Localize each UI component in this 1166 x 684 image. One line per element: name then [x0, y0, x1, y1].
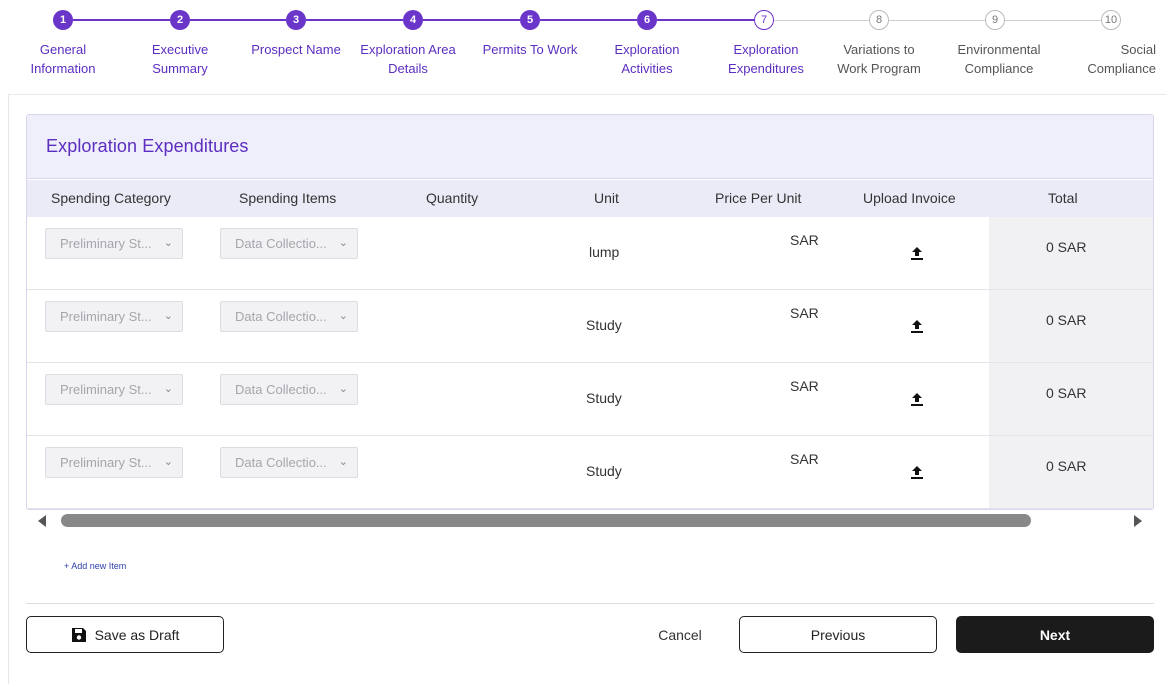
upload-icon[interactable]	[909, 245, 925, 261]
stepper-divider	[8, 94, 1166, 95]
spending-items-select[interactable]: Data Collectio... ⌄	[220, 447, 358, 478]
price-per-unit-field[interactable]: SAR	[790, 232, 819, 248]
spending-category-value: Preliminary St...	[60, 455, 152, 470]
scrollbar-thumb[interactable]	[61, 514, 1031, 527]
stepper-connector	[423, 19, 520, 21]
total-value: 0 SAR	[1046, 312, 1087, 328]
column-header-price-per-unit: Price Per Unit	[715, 190, 802, 206]
step-5-indicator[interactable]: 5	[520, 10, 540, 30]
stepper-connector	[190, 19, 286, 21]
column-header-total: Total	[1048, 190, 1078, 206]
spending-items-select[interactable]: Data Collectio... ⌄	[220, 374, 358, 405]
total-value: 0 SAR	[1046, 239, 1087, 255]
chevron-down-icon: ⌄	[163, 456, 173, 468]
total-value: 0 SAR	[1046, 458, 1087, 474]
content-frame-border	[8, 95, 9, 684]
step-8-indicator[interactable]: 8	[869, 10, 889, 30]
upload-icon[interactable]	[909, 318, 925, 334]
step-10-label[interactable]: Social Compliance	[1087, 40, 1156, 78]
step-2-indicator[interactable]: 2	[170, 10, 190, 30]
next-button[interactable]: Next	[956, 616, 1154, 653]
floppy-disk-icon	[71, 627, 86, 642]
spending-items-value: Data Collectio...	[235, 309, 327, 324]
unit-value: lump	[589, 244, 620, 260]
step-2-label[interactable]: Executive Summary	[115, 40, 245, 78]
chevron-down-icon: ⌄	[163, 237, 173, 249]
spending-items-select[interactable]: Data Collectio... ⌄	[220, 301, 358, 332]
table-header: Spending Category Spending Items Quantit…	[27, 180, 1153, 217]
spending-category-select[interactable]: Preliminary St... ⌄	[45, 301, 183, 332]
table-row: Preliminary St... ⌄ Data Collectio... ⌄ Stud…	[27, 436, 1153, 509]
table-row: Preliminary St... ⌄ Data Collectio... ⌄ Stud…	[27, 290, 1153, 363]
spending-category-select[interactable]: Preliminary St... ⌄	[45, 374, 183, 405]
price-per-unit-field[interactable]: SAR	[790, 451, 819, 467]
spending-items-value: Data Collectio...	[235, 455, 327, 470]
cancel-button[interactable]: Cancel	[640, 616, 720, 653]
chevron-down-icon: ⌄	[163, 383, 173, 395]
column-header-upload-invoice: Upload Invoice	[863, 190, 956, 206]
spending-category-select[interactable]: Preliminary St... ⌄	[45, 447, 183, 478]
expenditures-card: Exploration Expenditures Spending Catego…	[26, 114, 1154, 510]
chevron-down-icon: ⌄	[338, 237, 348, 249]
card-header: Exploration Expenditures	[27, 115, 1153, 179]
add-new-item-link[interactable]: + Add new Item	[64, 561, 126, 571]
column-header-quantity: Quantity	[426, 190, 479, 206]
table-row: Preliminary St... ⌄ Data Collectio... ⌄ lump…	[27, 217, 1153, 290]
spending-category-value: Preliminary St...	[60, 382, 152, 397]
price-per-unit-field[interactable]: SAR	[790, 305, 819, 321]
chevron-down-icon: ⌄	[338, 383, 348, 395]
column-header-spending-category: Spending Category	[51, 190, 171, 206]
upload-icon[interactable]	[909, 391, 925, 407]
unit-value: Study	[586, 463, 622, 479]
stepper-connector	[73, 19, 170, 21]
step-8-label[interactable]: Variations to Work Program	[814, 40, 944, 78]
scroll-left-arrow-icon[interactable]	[38, 515, 46, 527]
step-1-indicator[interactable]: 1	[53, 10, 73, 30]
step-7-indicator[interactable]: 7	[754, 10, 774, 30]
step-9-indicator[interactable]: 9	[985, 10, 1005, 30]
step-3-indicator[interactable]: 3	[286, 10, 306, 30]
footer-divider	[26, 603, 1154, 604]
spending-category-value: Preliminary St...	[60, 309, 152, 324]
spending-category-select[interactable]: Preliminary St... ⌄	[45, 228, 183, 259]
stepper-connector	[306, 19, 403, 21]
step-3-label[interactable]: Prospect Name	[231, 40, 361, 59]
unit-value: Study	[586, 317, 622, 333]
total-value: 0 SAR	[1046, 385, 1087, 401]
step-10-indicator[interactable]: 10	[1101, 10, 1121, 30]
chevron-down-icon: ⌄	[338, 456, 348, 468]
step-4-indicator[interactable]: 4	[403, 10, 423, 30]
horizontal-scrollbar[interactable]	[26, 510, 1154, 532]
spending-items-value: Data Collectio...	[235, 382, 327, 397]
spending-items-value: Data Collectio...	[235, 236, 327, 251]
price-per-unit-field[interactable]: SAR	[790, 378, 819, 394]
column-header-unit: Unit	[594, 190, 619, 206]
card-title: Exploration Expenditures	[46, 136, 249, 156]
scroll-right-arrow-icon[interactable]	[1134, 515, 1142, 527]
stepper-connector	[889, 20, 985, 21]
step-6-indicator[interactable]: 6	[637, 10, 657, 30]
chevron-down-icon: ⌄	[163, 310, 173, 322]
unit-value: Study	[586, 390, 622, 406]
table-row: Preliminary St... ⌄ Data Collectio... ⌄ Stud…	[27, 363, 1153, 436]
upload-icon[interactable]	[909, 464, 925, 480]
stepper-connector	[657, 19, 754, 21]
step-7-label[interactable]: Exploration Expenditures	[701, 40, 831, 78]
step-5-label[interactable]: Permits To Work	[465, 40, 595, 59]
progress-stepper: 1 General Information 2 Executive Summary 3 P…	[0, 0, 1166, 95]
spending-category-value: Preliminary St...	[60, 236, 152, 251]
previous-button[interactable]: Previous	[739, 616, 937, 653]
stepper-connector	[774, 20, 869, 21]
spending-items-select[interactable]: Data Collectio... ⌄	[220, 228, 358, 259]
save-as-draft-button[interactable]: Save as Draft	[26, 616, 224, 653]
step-4-label[interactable]: Exploration Area Details	[343, 40, 473, 78]
column-header-spending-items: Spending Items	[239, 190, 337, 206]
stepper-connector	[540, 19, 637, 21]
save-as-draft-label: Save as Draft	[94, 626, 180, 643]
chevron-down-icon: ⌄	[338, 310, 348, 322]
step-1-label[interactable]: General Information	[0, 40, 126, 78]
stepper-connector	[1005, 20, 1101, 21]
step-6-label[interactable]: Exploration Activities	[582, 40, 712, 78]
step-9-label[interactable]: Environmental Compliance	[934, 40, 1064, 78]
